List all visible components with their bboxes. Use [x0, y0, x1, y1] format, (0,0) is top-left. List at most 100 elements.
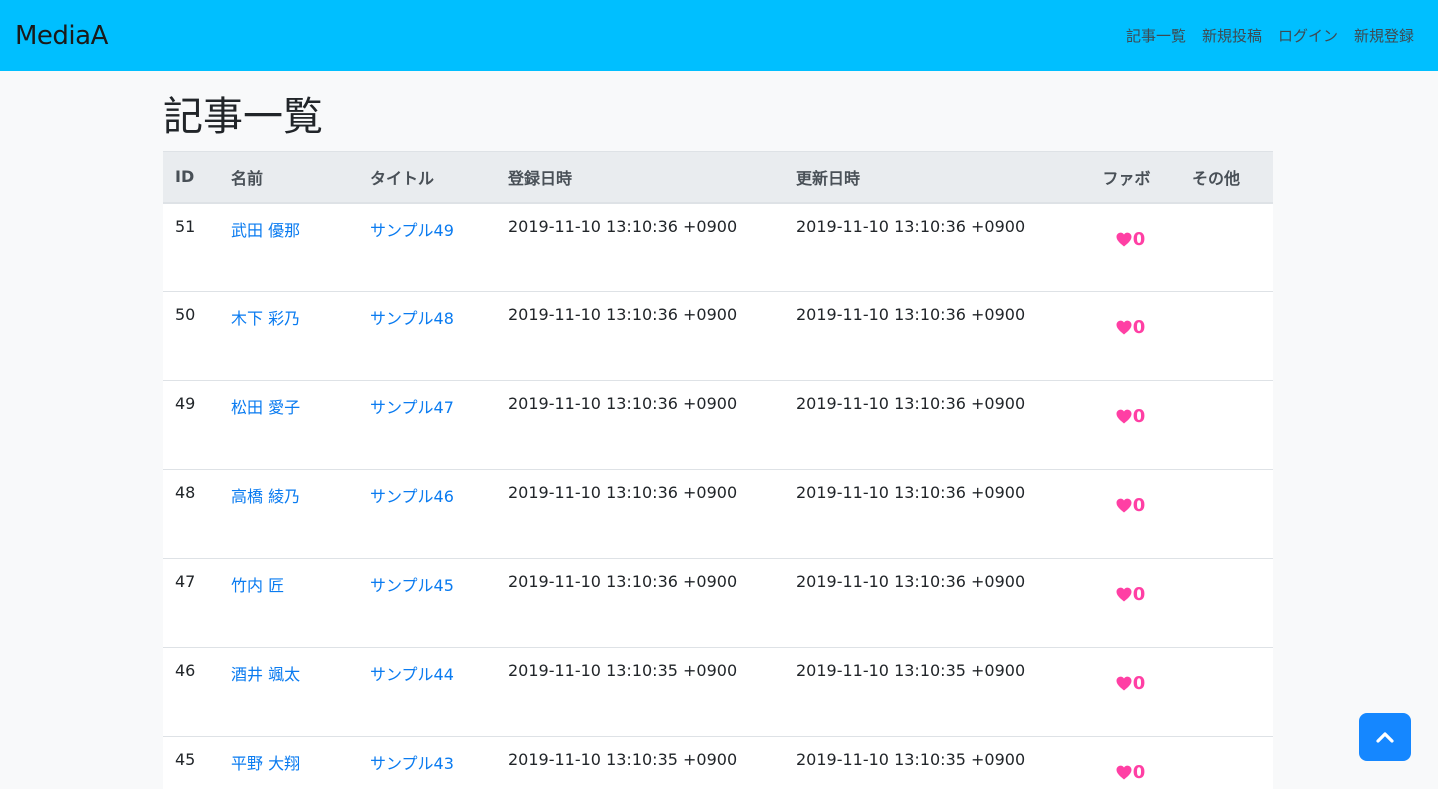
- cell-name: 酒井 颯太: [219, 647, 358, 737]
- cell-updated: 2019-11-10 13:10:36 +0900: [784, 202, 1073, 292]
- fav-count: 0: [1132, 673, 1146, 694]
- fav-button[interactable]: 0: [1116, 406, 1146, 427]
- nav-link-articles[interactable]: 記事一覧: [1126, 25, 1186, 46]
- nav-link-new-post[interactable]: 新規投稿: [1202, 25, 1262, 46]
- fav-button[interactable]: 0: [1116, 317, 1146, 338]
- cell-id: 46: [163, 647, 219, 737]
- fav-button[interactable]: 0: [1116, 584, 1146, 605]
- articles-table: ID 名前 タイトル 登録日時 更新日時 ファボ その他 51 武田 優那 サンプル…: [163, 151, 1273, 789]
- cell-other: [1180, 291, 1273, 381]
- cell-other: [1180, 736, 1273, 789]
- author-link[interactable]: 竹内 匠: [231, 576, 284, 595]
- cell-name: 武田 優那: [219, 202, 358, 292]
- nav-links: 記事一覧 新規投稿 ログイン 新規登録: [1110, 25, 1414, 46]
- main-content: 記事一覧 ID 名前 タイトル 登録日時 更新日時 ファボ その他 51 武田 優…: [163, 71, 1273, 789]
- cell-fav: 0: [1073, 469, 1180, 559]
- author-link[interactable]: 酒井 颯太: [231, 665, 300, 684]
- author-link[interactable]: 木下 彩乃: [231, 309, 300, 328]
- cell-created: 2019-11-10 13:10:36 +0900: [496, 202, 784, 292]
- heart-icon: [1116, 409, 1132, 424]
- cell-created: 2019-11-10 13:10:36 +0900: [496, 291, 784, 381]
- fav-count: 0: [1132, 584, 1146, 605]
- article-title-link[interactable]: サンプル43: [370, 754, 454, 773]
- fav-button[interactable]: 0: [1116, 229, 1145, 250]
- fav-count: 0: [1132, 495, 1146, 516]
- author-link[interactable]: 武田 優那: [231, 221, 300, 240]
- cell-other: [1180, 202, 1273, 292]
- cell-fav: 0: [1073, 380, 1180, 470]
- article-title-link[interactable]: サンプル49: [370, 221, 454, 240]
- fav-count: 0: [1132, 317, 1146, 338]
- table-row: 48 高橋 綾乃 サンプル46 2019-11-10 13:10:36 +0900 20…: [163, 469, 1273, 559]
- author-link[interactable]: 松田 愛子: [231, 398, 300, 417]
- cell-id: 48: [163, 469, 219, 559]
- header-other: その他: [1180, 151, 1273, 204]
- cell-title: サンプル48: [358, 291, 496, 381]
- heart-icon: [1116, 765, 1132, 780]
- table-body: 51 武田 優那 サンプル49 2019-11-10 13:10:36 +0900 20…: [163, 202, 1273, 789]
- cell-other: [1180, 647, 1273, 737]
- article-title-link[interactable]: サンプル46: [370, 487, 454, 506]
- header-name: 名前: [219, 151, 358, 204]
- cell-fav: 0: [1073, 647, 1180, 737]
- cell-updated: 2019-11-10 13:10:35 +0900: [784, 647, 1073, 737]
- header-title: タイトル: [358, 151, 496, 204]
- article-title-link[interactable]: サンプル45: [370, 576, 454, 595]
- author-link[interactable]: 平野 大翔: [231, 754, 300, 773]
- cell-fav: 0: [1073, 558, 1180, 648]
- cell-updated: 2019-11-10 13:10:36 +0900: [784, 291, 1073, 381]
- cell-name: 平野 大翔: [219, 736, 358, 789]
- header-id: ID: [163, 151, 219, 204]
- cell-created: 2019-11-10 13:10:36 +0900: [496, 380, 784, 470]
- table-row: 47 竹内 匠 サンプル45 2019-11-10 13:10:36 +0900 201…: [163, 558, 1273, 648]
- table-row: 46 酒井 颯太 サンプル44 2019-11-10 13:10:35 +0900 20…: [163, 647, 1273, 737]
- cell-id: 51: [163, 202, 219, 292]
- heart-icon: [1116, 676, 1132, 691]
- table-row: 51 武田 優那 サンプル49 2019-11-10 13:10:36 +0900 20…: [163, 202, 1273, 292]
- cell-name: 木下 彩乃: [219, 291, 358, 381]
- fav-count: 0: [1132, 406, 1146, 427]
- cell-other: [1180, 469, 1273, 559]
- brand-logo[interactable]: MediaA: [15, 21, 108, 51]
- cell-title: サンプル44: [358, 647, 496, 737]
- cell-updated: 2019-11-10 13:10:36 +0900: [784, 380, 1073, 470]
- cell-other: [1180, 558, 1273, 648]
- cell-name: 松田 愛子: [219, 380, 358, 470]
- fav-button[interactable]: 0: [1116, 762, 1145, 783]
- nav-link-signup[interactable]: 新規登録: [1354, 25, 1414, 46]
- fav-button[interactable]: 0: [1116, 495, 1146, 516]
- cell-name: 竹内 匠: [219, 558, 358, 648]
- cell-updated: 2019-11-10 13:10:35 +0900: [784, 736, 1073, 789]
- cell-other: [1180, 380, 1273, 470]
- cell-id: 49: [163, 380, 219, 470]
- cell-updated: 2019-11-10 13:10:36 +0900: [784, 558, 1073, 648]
- nav-link-login[interactable]: ログイン: [1278, 25, 1338, 46]
- scroll-top-button[interactable]: [1359, 713, 1411, 761]
- cell-title: サンプル45: [358, 558, 496, 648]
- heart-icon: [1116, 232, 1132, 246]
- author-link[interactable]: 高橋 綾乃: [231, 487, 300, 506]
- article-title-link[interactable]: サンプル48: [370, 309, 454, 328]
- cell-id: 45: [163, 736, 219, 789]
- table-row: 49 松田 愛子 サンプル47 2019-11-10 13:10:36 +0900 20…: [163, 380, 1273, 470]
- article-title-link[interactable]: サンプル44: [370, 665, 454, 684]
- cell-updated: 2019-11-10 13:10:36 +0900: [784, 469, 1073, 559]
- table-row: 45 平野 大翔 サンプル43 2019-11-10 13:10:35 +0900 20…: [163, 736, 1273, 789]
- cell-title: サンプル46: [358, 469, 496, 559]
- chevron-up-icon: [1376, 732, 1394, 743]
- table-row: 50 木下 彩乃 サンプル48 2019-11-10 13:10:36 +0900 20…: [163, 291, 1273, 381]
- fav-button[interactable]: 0: [1116, 673, 1146, 694]
- cell-created: 2019-11-10 13:10:35 +0900: [496, 647, 784, 737]
- cell-title: サンプル47: [358, 380, 496, 470]
- cell-created: 2019-11-10 13:10:36 +0900: [496, 469, 784, 559]
- cell-created: 2019-11-10 13:10:35 +0900: [496, 736, 784, 789]
- cell-title: サンプル43: [358, 736, 496, 789]
- heart-icon: [1116, 587, 1132, 602]
- heart-icon: [1116, 320, 1132, 335]
- cell-fav: 0: [1073, 736, 1180, 789]
- cell-title: サンプル49: [358, 202, 496, 292]
- cell-fav: 0: [1073, 202, 1180, 292]
- heart-icon: [1116, 498, 1132, 513]
- cell-id: 50: [163, 291, 219, 381]
- article-title-link[interactable]: サンプル47: [370, 398, 454, 417]
